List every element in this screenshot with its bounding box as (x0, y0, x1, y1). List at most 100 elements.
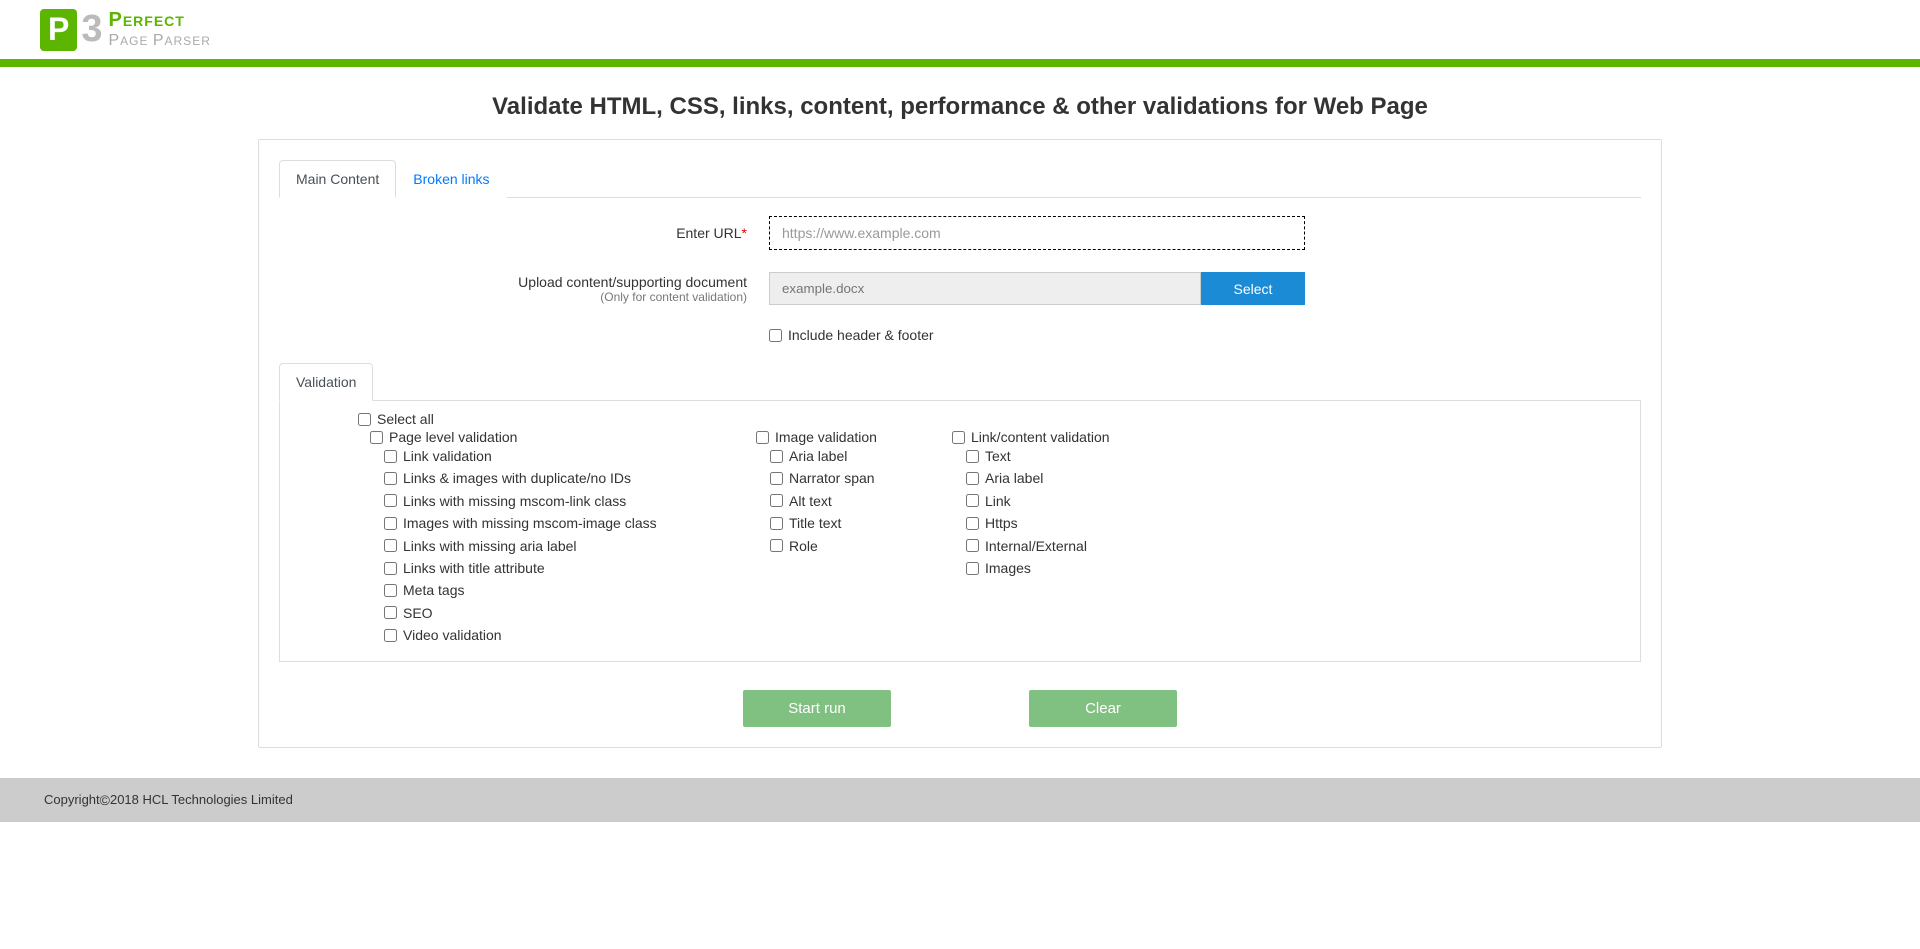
validation-panel: Select all Page level validation Link va… (279, 401, 1641, 662)
checkbox[interactable] (384, 494, 397, 507)
checkbox[interactable] (966, 472, 979, 485)
checkbox[interactable] (384, 472, 397, 485)
footer-prefix: Copyright (44, 792, 100, 807)
top-tabs: Main Content Broken links (279, 160, 1641, 198)
include-header-footer-checkbox[interactable] (769, 329, 782, 342)
checkbox-label: Images with missing mscom-image class (403, 512, 657, 534)
checkbox-label: Meta tags (403, 579, 464, 601)
checkbox-item: Links with missing mscom-link class (370, 490, 756, 512)
checkbox-item: Video validation (370, 624, 756, 646)
footer: Copyright © 2018 HCL Technologies Limite… (0, 778, 1920, 822)
checkbox[interactable] (384, 517, 397, 530)
col-page-level: Page level validation Link validationLin… (370, 429, 756, 647)
select-all-row: Select all (358, 411, 1640, 427)
image-validation-head-label: Image validation (775, 429, 877, 445)
checkbox-label: Title text (789, 512, 841, 534)
page-level-head-label: Page level validation (389, 429, 517, 445)
include-label: Include header & footer (788, 327, 934, 343)
start-run-button[interactable]: Start run (743, 690, 891, 727)
select-all-label: Select all (377, 411, 434, 427)
clear-button[interactable]: Clear (1029, 690, 1177, 727)
checkbox[interactable] (770, 472, 783, 485)
checkbox-item: Link (952, 490, 1172, 512)
main-card: Main Content Broken links Enter URL* Upl… (258, 139, 1662, 748)
col-image-validation: Image validation Aria labelNarrator span… (756, 429, 952, 647)
actions-row: Start run Clear (279, 690, 1641, 727)
row-include: Include header & footer (769, 327, 1641, 343)
checkbox-label: SEO (403, 602, 433, 624)
upload-filename-input (769, 272, 1201, 305)
copyright-icon: © (100, 792, 110, 808)
url-input[interactable] (769, 216, 1305, 250)
logo-mark-p: P (40, 9, 77, 51)
row-enter-url: Enter URL* (279, 216, 1641, 250)
checkbox-item: Link validation (370, 445, 756, 467)
label-enter-url: Enter URL* (279, 225, 769, 241)
header: P 3 PERFECT PAGE PARSER (0, 0, 1920, 59)
checkbox-label: Https (985, 512, 1018, 534)
checkbox[interactable] (770, 450, 783, 463)
checkbox[interactable] (770, 539, 783, 552)
checkbox-label: Narrator span (789, 467, 875, 489)
checkbox[interactable] (770, 494, 783, 507)
logo-text: PERFECT PAGE PARSER (108, 9, 210, 50)
checkbox-item: Aria label (756, 445, 952, 467)
checkbox-label: Links with title attribute (403, 557, 545, 579)
checkbox-label: Internal/External (985, 535, 1087, 557)
footer-rest: 2018 HCL Technologies Limited (110, 792, 293, 807)
checkbox-label: Links & images with duplicate/no IDs (403, 467, 631, 489)
logo-mark-3: 3 (81, 8, 102, 51)
label-upload: Upload content/supporting document (Only… (279, 274, 769, 304)
checkbox-label: Links with missing mscom-link class (403, 490, 626, 512)
checkbox[interactable] (966, 562, 979, 575)
checkbox[interactable] (966, 517, 979, 530)
checkbox-item: Alt text (756, 490, 952, 512)
checkbox[interactable] (384, 629, 397, 642)
image-validation-head-checkbox[interactable] (756, 431, 769, 444)
checkbox-item: Narrator span (756, 467, 952, 489)
checkbox-item: Title text (756, 512, 952, 534)
accent-bar (0, 59, 1920, 67)
checkbox[interactable] (770, 517, 783, 530)
link-content-head-label: Link/content validation (971, 429, 1110, 445)
checkbox-item: Links with title attribute (370, 557, 756, 579)
row-upload: Upload content/supporting document (Only… (279, 272, 1641, 305)
checkbox[interactable] (384, 539, 397, 552)
checkbox[interactable] (966, 450, 979, 463)
checkbox-item: Internal/External (952, 535, 1172, 557)
page-level-head-checkbox[interactable] (370, 431, 383, 444)
checkbox-label: Alt text (789, 490, 832, 512)
checkbox-label: Aria label (789, 445, 847, 467)
link-content-head-checkbox[interactable] (952, 431, 965, 444)
checkbox[interactable] (966, 494, 979, 507)
checkbox-label: Images (985, 557, 1031, 579)
checkbox-item: Https (952, 512, 1172, 534)
checkbox-label: Text (985, 445, 1011, 467)
tab-validation[interactable]: Validation (279, 363, 373, 401)
page-title: Validate HTML, CSS, links, content, perf… (258, 67, 1662, 139)
checkbox-item: Images with missing mscom-image class (370, 512, 756, 534)
select-all-checkbox[interactable] (358, 413, 371, 426)
select-file-button[interactable]: Select (1201, 272, 1305, 305)
checkbox-label: Aria label (985, 467, 1043, 489)
validation-sub-tabs: Validation (279, 363, 1641, 401)
checkbox-label: Video validation (403, 624, 502, 646)
checkbox-label: Link (985, 490, 1011, 512)
checkbox[interactable] (384, 584, 397, 597)
checkbox[interactable] (384, 606, 397, 619)
checkbox-label: Link validation (403, 445, 492, 467)
checkbox[interactable] (966, 539, 979, 552)
checkbox-item: Role (756, 535, 952, 557)
checkbox-item: SEO (370, 602, 756, 624)
checkbox-label: Role (789, 535, 818, 557)
checkbox-item: Meta tags (370, 579, 756, 601)
tab-broken-links[interactable]: Broken links (396, 160, 506, 198)
logo: P 3 PERFECT PAGE PARSER (40, 8, 1880, 51)
checkbox-item: Text (952, 445, 1172, 467)
checkbox-item: Links & images with duplicate/no IDs (370, 467, 756, 489)
col-link-content-validation: Link/content validation TextAria labelLi… (952, 429, 1172, 647)
checkbox[interactable] (384, 450, 397, 463)
tab-main-content[interactable]: Main Content (279, 160, 396, 198)
checkbox[interactable] (384, 562, 397, 575)
checkbox-item: Aria label (952, 467, 1172, 489)
